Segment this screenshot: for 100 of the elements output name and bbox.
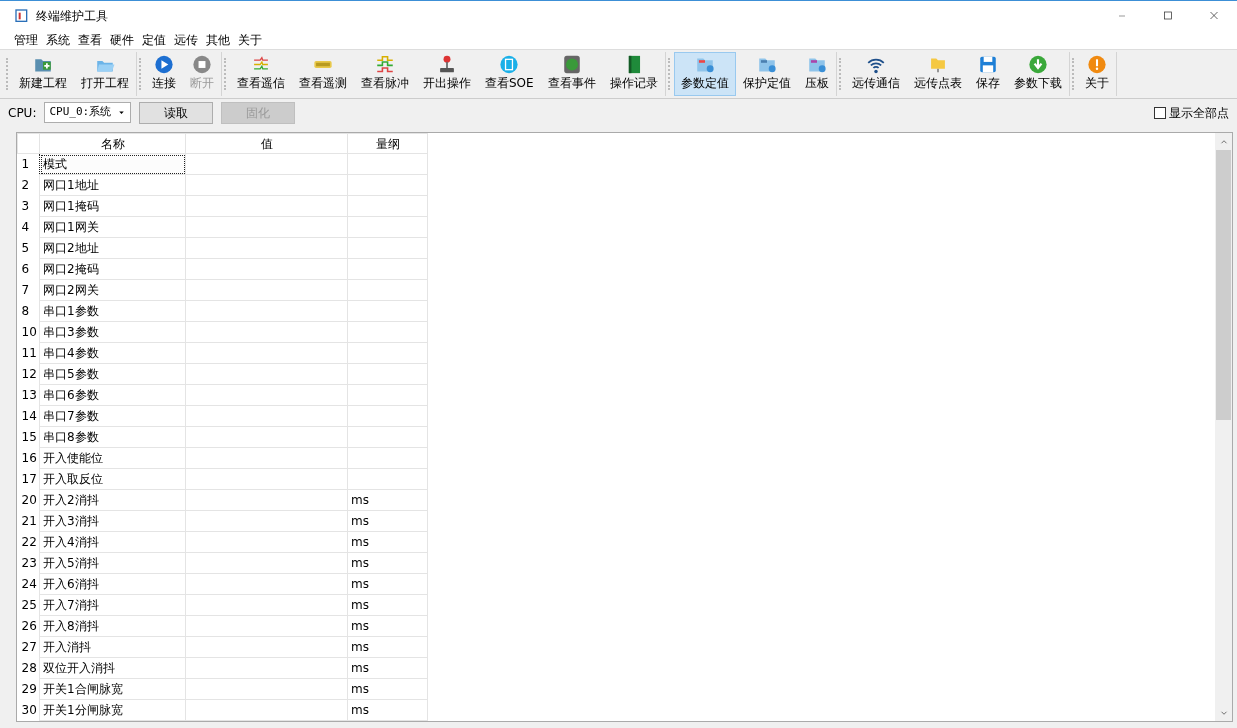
table-cell: 开入8消抖 (39, 615, 186, 637)
app-icon (14, 8, 30, 24)
toolbar-button[interactable]: 查看脉冲 (354, 52, 416, 96)
table-cell: 模式 (39, 153, 186, 175)
table-cell: ms (347, 489, 428, 511)
table-cell: ms (347, 531, 428, 553)
table-cell: 开入6消抖 (39, 573, 186, 595)
table-cell: ms (347, 552, 428, 574)
table-cell: 开入3消抖 (39, 510, 186, 532)
row-number: 26 (17, 615, 40, 637)
table-cell: 串口8参数 (39, 426, 186, 448)
row-number: 2 (17, 174, 40, 196)
toolbar-button[interactable]: 新建工程 (12, 52, 74, 96)
row-number: 4 (17, 216, 40, 238)
table-cell: 开关1分闸脉宽 (39, 699, 186, 721)
table-cell: 网口2网关 (39, 279, 186, 301)
cpu-label: CPU: (8, 104, 37, 122)
row-number: 14 (17, 405, 40, 427)
table-cell: ms (347, 636, 428, 658)
toolbar-button[interactable]: 远传点表 (906, 52, 969, 96)
toolbar-button[interactable]: 连接 (145, 52, 183, 96)
table-cell: ms (347, 678, 428, 700)
toolbar-button[interactable]: 远传通信 (844, 52, 907, 96)
row-number: 11 (17, 342, 40, 364)
row-number: 3 (17, 195, 40, 217)
action-button[interactable]: 读取 (139, 101, 214, 124)
toolbar-button[interactable]: 关于 (1077, 52, 1116, 96)
table-cell: 网口2掩码 (39, 258, 186, 280)
table-cell: ms (347, 699, 428, 721)
table-cell: 串口1参数 (39, 300, 186, 322)
window-title: 终端维护工具 (36, 8, 108, 25)
table-cell: 网口2地址 (39, 237, 186, 259)
column-header: 量纲 (347, 133, 428, 154)
table-cell: ms (347, 573, 428, 595)
table-cell: ms (347, 510, 428, 532)
column-header: 名称 (39, 133, 186, 154)
table-cell: 开关1合闸脉宽 (39, 678, 186, 700)
play-icon (152, 55, 176, 74)
table-cell: 开入2消抖 (39, 489, 186, 511)
cpu-select[interactable]: CPU_0:系统 (44, 102, 132, 123)
menu-item[interactable]: 系统 (42, 31, 74, 49)
row-number: 30 (17, 699, 40, 721)
menu-item[interactable]: 其他 (202, 31, 234, 49)
row-number: 12 (17, 363, 40, 385)
row-number: 15 (17, 426, 40, 448)
menu-item[interactable]: 关于 (234, 31, 266, 49)
table-cell: 串口3参数 (39, 321, 186, 343)
toolbar-button[interactable]: 参数下载 (1006, 52, 1069, 96)
column-header: 值 (185, 133, 348, 154)
toolbar-button[interactable]: 操作记录 (602, 52, 665, 96)
table-cell: 网口1地址 (39, 174, 186, 196)
table-cell: 串口4参数 (39, 342, 186, 364)
row-number: 25 (17, 594, 40, 616)
table-cell: ms (347, 615, 428, 637)
row-number: 13 (17, 384, 40, 406)
row-number: 22 (17, 531, 40, 553)
table-cell: 开入使能位 (39, 447, 186, 469)
row-number: 24 (17, 573, 40, 595)
table-cell: 串口5参数 (39, 363, 186, 385)
row-number: 7 (17, 279, 40, 301)
table-cell: 开入5消抖 (39, 552, 186, 574)
row-number: 6 (17, 258, 40, 280)
table-cell: 串口6参数 (39, 384, 186, 406)
menu-item[interactable]: 管理 (10, 31, 42, 49)
close-icon (1208, 10, 1220, 22)
table-cell: 开入取反位 (39, 468, 186, 490)
menu-item[interactable]: 硬件 (106, 31, 138, 49)
stop-icon (190, 55, 214, 74)
table-cell: 网口1掩码 (39, 195, 186, 217)
row-number: 21 (17, 510, 40, 532)
row-number: 16 (17, 447, 40, 469)
row-number: 17 (17, 468, 40, 490)
menu-item[interactable]: 定值 (138, 31, 170, 49)
table-cell: ms (347, 657, 428, 679)
toolbar-button[interactable]: 打开工程 (74, 52, 136, 96)
row-number: 20 (17, 489, 40, 511)
table-cell: 双位开入消抖 (39, 657, 186, 679)
menu-item[interactable]: 查看 (74, 31, 106, 49)
row-number: 8 (17, 300, 40, 322)
table-cell: 网口1网关 (39, 216, 186, 238)
scrollbar[interactable] (1215, 133, 1232, 721)
toolbar-button[interactable]: 查看SOE (478, 52, 541, 96)
row-number: 1 (17, 153, 40, 175)
row-number: 29 (17, 678, 40, 700)
toolbar-button[interactable]: 查看遥信 (230, 52, 292, 96)
menu-item[interactable]: 远传 (170, 31, 202, 49)
toolbar-button[interactable]: 保存 (968, 52, 1007, 96)
row-number: 23 (17, 552, 40, 574)
toolbar-button[interactable]: 参数定值 (673, 52, 736, 96)
toolbar-button[interactable]: 查看事件 (540, 52, 603, 96)
toolbar-button[interactable]: 压板 (797, 52, 836, 96)
table-cell: 开入4消抖 (39, 531, 186, 553)
table-cell: ms (347, 594, 428, 616)
table-cell: 开入消抖 (39, 636, 186, 658)
show-all-checkbox[interactable]: 显示全部点 (1154, 103, 1229, 122)
row-number: 10 (17, 321, 40, 343)
toolbar-button[interactable]: 查看遥测 (292, 52, 354, 96)
toolbar-button[interactable]: 开出操作 (416, 52, 478, 96)
dropdown-arrow-icon (117, 108, 127, 117)
toolbar-button[interactable]: 保护定值 (735, 52, 798, 96)
